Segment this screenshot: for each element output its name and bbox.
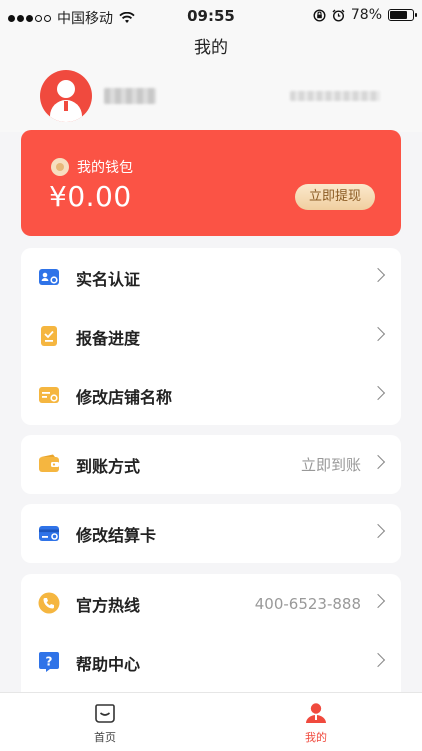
wallet-balance: ¥0.00 [49, 180, 132, 213]
tab-home[interactable]: 首页 [55, 693, 155, 751]
chevron-right-icon [370, 454, 386, 470]
menu-item-label: 修改店铺名称 [76, 387, 173, 407]
hotline-number: 400-6523-888 [254, 594, 361, 613]
coin-icon [51, 158, 69, 176]
withdraw-button[interactable]: 立即提现 [295, 184, 375, 210]
page-title: 我的 [0, 34, 422, 64]
svg-text:?: ? [46, 655, 53, 669]
menu-item-official-hotline[interactable]: 官方热线 400-6523-888 [21, 574, 401, 633]
chevron-right-icon [370, 267, 386, 283]
menu-item-label: 实名认证 [76, 269, 141, 289]
tab-mine-label: 我的 [305, 731, 327, 744]
bottom-tab-bar: 首页 我的 [0, 692, 422, 751]
battery-icon [388, 9, 417, 21]
username-blurred [104, 88, 156, 104]
menu-group-card: 修改结算卡 [21, 504, 401, 563]
status-bar: 中国移动 09:55 78% [0, 0, 422, 34]
tab-home-label: 首页 [94, 731, 116, 744]
phone-icon [38, 592, 60, 614]
menu-item-help-center[interactable]: ? 帮助中心 [21, 633, 401, 692]
chevron-right-icon [370, 326, 386, 342]
chevron-right-icon [370, 385, 386, 401]
menu-group-account: 实名认证 报备进度 修改店铺名称 [21, 248, 401, 425]
bank-card-icon [39, 526, 59, 541]
chevron-right-icon [370, 652, 386, 668]
chevron-right-icon [370, 593, 386, 609]
menu-item-label: 修改结算卡 [76, 525, 157, 545]
battery-percent: 78% [350, 7, 382, 23]
account-info-blurred [290, 91, 380, 101]
id-card-icon [39, 269, 59, 285]
menu-item-edit-store-name[interactable]: 修改店铺名称 [21, 366, 401, 425]
store-edit-icon [39, 387, 59, 403]
menu-group-support: 官方热线 400-6523-888 ? 帮助中心 [21, 574, 401, 704]
status-right: 78% [313, 7, 417, 23]
menu-item-label: 报备进度 [76, 328, 141, 348]
menu-item-label: 到账方式 [76, 456, 141, 476]
alarm-icon [332, 9, 345, 22]
chevron-right-icon [370, 523, 386, 539]
wallet-icon [39, 454, 59, 472]
menu-item-payout-method[interactable]: 到账方式 立即到账 [21, 435, 401, 494]
menu-group-settlement-mode: 到账方式 立即到账 [21, 435, 401, 494]
payout-method-value: 立即到账 [300, 456, 361, 474]
menu-item-edit-settlement-card[interactable]: 修改结算卡 [21, 504, 401, 563]
profile-header [0, 64, 422, 132]
menu-item-real-name-verification[interactable]: 实名认证 [21, 248, 401, 307]
menu-item-label: 帮助中心 [76, 654, 141, 674]
help-icon: ? [39, 652, 59, 672]
rotation-lock-icon [313, 8, 326, 22]
menu-item-filing-progress[interactable]: 报备进度 [21, 307, 401, 366]
avatar[interactable] [40, 70, 92, 122]
clipboard-check-icon [41, 326, 57, 346]
user-icon [306, 703, 326, 723]
tab-mine[interactable]: 我的 [266, 693, 366, 751]
home-icon [95, 704, 115, 723]
menu-item-label: 官方热线 [76, 595, 141, 615]
wallet-title: 我的钱包 [77, 160, 133, 176]
wallet-card: 我的钱包 ¥0.00 立即提现 [21, 130, 401, 236]
